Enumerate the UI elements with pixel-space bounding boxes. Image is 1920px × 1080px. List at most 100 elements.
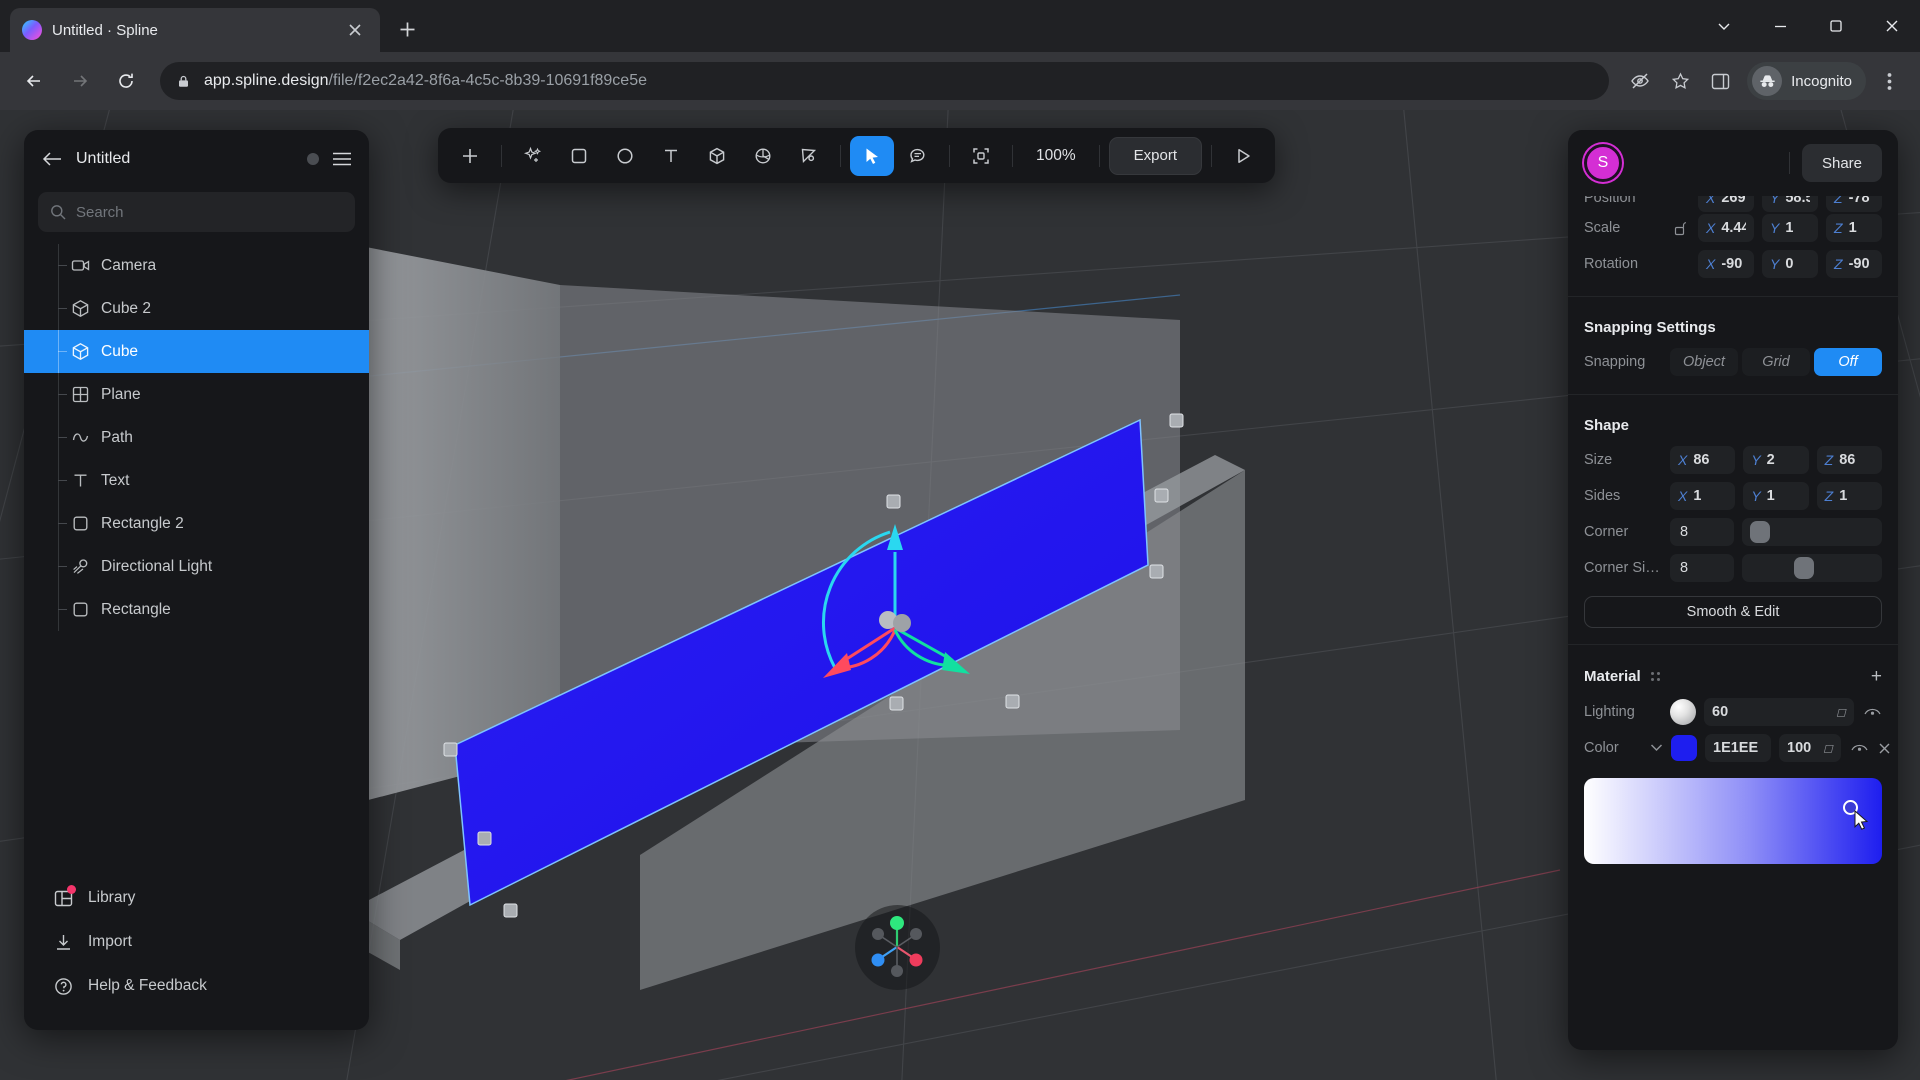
project-title[interactable]: Untitled — [76, 150, 295, 168]
frame-tool-icon[interactable] — [959, 136, 1003, 176]
directional-light-icon — [70, 557, 90, 577]
close-x-icon[interactable] — [1877, 743, 1891, 754]
rotation-x-field[interactable]: X -90 — [1698, 250, 1754, 278]
search-input[interactable] — [76, 203, 343, 221]
sides-x-field[interactable]: X1 — [1670, 482, 1736, 510]
chevron-down-icon[interactable] — [1696, 0, 1752, 52]
size-y-field[interactable]: Y2 — [1743, 446, 1809, 474]
sphere-tool-icon[interactable] — [741, 136, 785, 176]
bookmark-star-icon[interactable] — [1663, 64, 1697, 98]
rotation-x-value: -90 — [1721, 256, 1743, 272]
select-arrow-icon[interactable] — [850, 135, 894, 176]
corner-slider[interactable] — [1742, 518, 1882, 546]
third-party-cookie-blocked-icon[interactable] — [1623, 64, 1657, 98]
back-arrow-icon[interactable] — [14, 61, 54, 101]
new-tab-button[interactable] — [386, 8, 428, 50]
color-gradient-picker[interactable] — [1584, 778, 1882, 864]
chevron-down-icon[interactable] — [1650, 741, 1663, 755]
share-button[interactable]: Share — [1801, 144, 1882, 182]
layer-item-camera[interactable]: Camera — [24, 244, 369, 287]
snapping-option-object[interactable]: Object — [1670, 348, 1738, 376]
sides-z-field[interactable]: Z1 — [1816, 482, 1882, 510]
rectangle-tool-icon[interactable] — [557, 136, 601, 176]
corner-smooth-slider[interactable] — [1742, 554, 1882, 582]
size-z-field[interactable]: Z 86 — [1816, 446, 1882, 474]
snapping-option-grid[interactable]: Grid — [1742, 348, 1810, 376]
size-x-field[interactable]: X 86 — [1670, 446, 1736, 474]
profile-incognito-button[interactable]: Incognito — [1747, 62, 1866, 100]
layer-item-text[interactable]: Text — [24, 459, 369, 502]
zoom-level[interactable]: 100% — [1022, 147, 1090, 165]
pen-tool-icon[interactable] — [787, 136, 831, 176]
forward-arrow-icon — [60, 61, 100, 101]
lighting-label: Lighting — [1584, 704, 1635, 720]
eye-icon[interactable] — [1849, 742, 1869, 754]
browser-tab[interactable]: Untitled · Spline — [10, 8, 380, 52]
corner-smooth-value[interactable]: 8 — [1670, 554, 1734, 582]
side-panel-icon[interactable] — [1703, 64, 1737, 98]
sidebar-item-help[interactable]: Help & Feedback — [24, 964, 369, 1008]
unlock-icon[interactable] — [1670, 221, 1690, 236]
play-triangle-icon[interactable] — [1221, 136, 1265, 176]
hamburger-menu-icon[interactable] — [331, 148, 353, 170]
layers-list[interactable]: Camera Cube 2 Cube Plane Path Text Rectangle 2… — [24, 240, 369, 866]
ellipse-tool-icon[interactable] — [603, 136, 647, 176]
snapping-option-off[interactable]: Off — [1814, 348, 1882, 376]
layer-item-path[interactable]: Path — [24, 416, 369, 459]
corner-value[interactable]: 8 — [1670, 518, 1734, 546]
scale-z-field[interactable]: Z1 — [1826, 214, 1882, 242]
sides-label: Sides — [1584, 488, 1621, 504]
export-button[interactable]: Export — [1108, 136, 1203, 175]
minimize-icon[interactable] — [1752, 0, 1808, 52]
scale-y-field[interactable]: Y1 — [1762, 214, 1818, 242]
layers-panel: Untitled Camera Cube 2 Cube Plane Path Text Re… — [24, 130, 369, 1030]
color-opacity-field[interactable]: 100 ◻ — [1779, 734, 1841, 762]
rotation-z-field[interactable]: Z -90 — [1826, 250, 1882, 278]
layer-item-cube-2[interactable]: Cube 2 — [24, 287, 369, 330]
text-tool-icon[interactable] — [649, 136, 693, 176]
color-hex-field[interactable]: 1E1EE — [1705, 734, 1771, 762]
layer-item-directional-light[interactable]: Directional Light — [24, 545, 369, 588]
link-icon[interactable]: ◻ — [1836, 705, 1846, 719]
cube-tool-icon[interactable] — [695, 136, 739, 176]
lighting-preview-swatch[interactable] — [1670, 699, 1696, 725]
comment-icon[interactable] — [896, 136, 940, 176]
position-x-field[interactable]: X269.3 — [1698, 196, 1754, 212]
maximize-icon[interactable] — [1808, 0, 1864, 52]
position-y-value: 58.51 — [1785, 196, 1810, 206]
scale-x-field[interactable]: X 4.44 — [1698, 214, 1754, 242]
close-icon[interactable] — [342, 17, 368, 43]
search-box[interactable] — [38, 192, 355, 232]
rotation-y-field[interactable]: Y0 — [1762, 250, 1818, 278]
layer-item-rectangle-2[interactable]: Rectangle 2 — [24, 502, 369, 545]
eye-icon[interactable] — [1862, 706, 1882, 718]
back-arrow-icon[interactable] — [40, 147, 64, 171]
layer-item-rectangle[interactable]: Rectangle — [24, 588, 369, 631]
sides-y-field[interactable]: Y1 — [1743, 482, 1809, 510]
url-text: app.spline.design/file/f2ec2a42-8f6a-4c5… — [204, 72, 647, 90]
add-material-icon[interactable]: + — [1871, 667, 1882, 686]
lighting-value-field[interactable]: 60 ◻ — [1704, 698, 1854, 726]
sidebar-item-import[interactable]: Import — [24, 920, 369, 964]
transform-gizmo[interactable] — [790, 510, 1000, 710]
sides-y-value: 1 — [1766, 488, 1775, 504]
avatar[interactable]: S — [1584, 144, 1622, 182]
position-z-field[interactable]: Z -78 — [1826, 196, 1882, 212]
reload-icon[interactable] — [106, 61, 146, 101]
orientation-gizmo[interactable] — [855, 905, 940, 990]
window-close-icon[interactable] — [1864, 0, 1920, 52]
sidebar-item-library[interactable]: Library — [24, 876, 369, 920]
url-input[interactable]: app.spline.design/file/f2ec2a42-8f6a-4c5… — [160, 62, 1610, 100]
add-object-icon[interactable] — [448, 136, 492, 176]
drag-dots-icon[interactable] — [1650, 672, 1660, 681]
tree-tick — [58, 308, 67, 309]
chrome-menu-icon[interactable] — [1872, 64, 1906, 98]
spline-logo-icon — [22, 20, 42, 40]
position-y-field[interactable]: Y58.51 — [1762, 196, 1818, 212]
link-icon[interactable]: ◻ — [1823, 741, 1833, 755]
smooth-and-edit-button[interactable]: Smooth & Edit — [1584, 596, 1882, 628]
color-swatch[interactable] — [1671, 735, 1697, 761]
layer-item-plane[interactable]: Plane — [24, 373, 369, 416]
layer-item-cube[interactable]: Cube — [24, 330, 369, 373]
ai-sparkle-icon[interactable] — [511, 136, 555, 176]
